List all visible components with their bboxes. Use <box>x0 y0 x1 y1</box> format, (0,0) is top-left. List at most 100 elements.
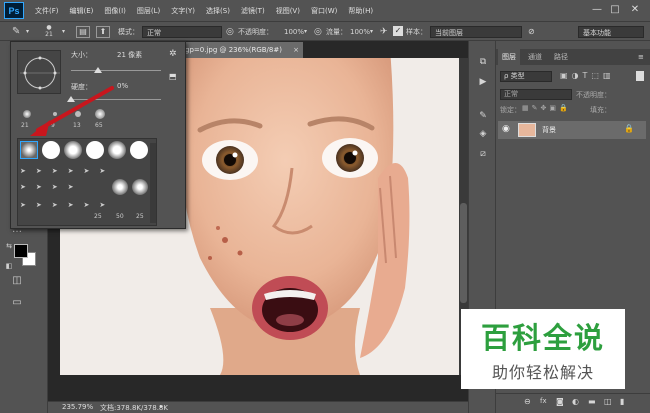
chevron-down-icon[interactable]: ▾ <box>304 26 307 38</box>
brush-preset-size: 25 <box>94 213 102 220</box>
blend-mode-select[interactable]: 正常 <box>500 89 572 100</box>
brush-presets-icon[interactable]: ◈ <box>475 129 491 143</box>
tab-layers[interactable]: 图层 <box>498 49 520 65</box>
menu-image[interactable]: 图像(I) <box>104 6 126 16</box>
new-preset-icon[interactable]: ⬒ <box>169 72 177 81</box>
panel-menu-icon[interactable]: ≡ <box>634 49 648 65</box>
brush-preset-size: 50 <box>116 213 124 220</box>
minimize-button[interactable]: — <box>590 3 604 17</box>
menu-help[interactable]: 帮助(H) <box>348 6 373 16</box>
sample-label: 样本： <box>406 28 427 36</box>
history-panel-icon[interactable]: ⧉ <box>475 57 491 71</box>
close-document-icon[interactable]: × <box>293 42 299 58</box>
tab-channels[interactable]: 通道 <box>524 49 546 65</box>
brush-preset-size: 25 <box>136 213 144 220</box>
annotation-arrow <box>30 86 114 136</box>
aligned-checkbox[interactable]: ✓ <box>393 26 403 36</box>
watermark-title: 百科全说 <box>480 321 605 355</box>
brush-tool-icon[interactable]: ✎ <box>12 26 20 38</box>
chevron-down-icon[interactable]: ▾ <box>26 26 29 38</box>
opacity-label: 不透明度： <box>238 28 273 36</box>
status-bar: 235.79% 文档:378.8K/378.8K ▸ <box>48 401 468 413</box>
new-layer-icon[interactable]: ◫ <box>604 397 612 406</box>
brush-preset-picker[interactable]: ● 21 <box>40 24 58 38</box>
ignore-adjustment-icon[interactable]: ⊘ <box>528 26 535 38</box>
workspace-select[interactable]: 基本功能 <box>578 26 644 38</box>
zoom-level[interactable]: 235.79% <box>62 403 93 411</box>
eye-icon[interactable]: ◉ <box>502 124 510 134</box>
folder-icon[interactable]: ▬ <box>588 397 596 406</box>
screen-mode-icon[interactable]: ▭ <box>8 296 26 310</box>
menu-select[interactable]: 选择(S) <box>206 6 230 16</box>
flow-value[interactable]: 100% <box>350 26 370 38</box>
fx-icon[interactable]: fx <box>540 397 547 405</box>
filter-icons[interactable]: ▣◑T⬚▥ <box>560 71 615 80</box>
chevron-down-icon[interactable]: ▾ <box>370 26 373 38</box>
document-tab[interactable]: gp=0.jpg @ 236%(RGB/8#) × <box>183 42 303 58</box>
foreground-color-swatch[interactable] <box>14 244 28 258</box>
menu-layer[interactable]: 图层(L) <box>137 6 160 16</box>
layers-footer: ⊖ fx ◙ ◐ ▬ ◫ ▮ <box>496 393 650 411</box>
clone-source-panel-icon[interactable]: ⧄ <box>475 149 491 163</box>
app-logo: Ps <box>4 2 24 19</box>
size-value[interactable]: 21 像素 <box>117 50 142 60</box>
menu-bar: Ps 文件(F) 编辑(E) 图像(I) 图层(L) 文字(Y) 选择(S) 滤… <box>0 0 650 21</box>
mask-icon[interactable]: ◙ <box>556 397 564 406</box>
preset-scrollbar[interactable] <box>150 143 156 223</box>
link-icon[interactable]: ⊖ <box>524 397 531 406</box>
size-slider-knob[interactable] <box>94 67 102 73</box>
options-bar: ✎ ▾ ● 21 ▾ ▤ ⬆ 模式： 正常 ◎ 不透明度： 100% ▾ ◎ 流… <box>0 21 650 41</box>
pressure-size-icon[interactable]: ◎ <box>314 26 322 38</box>
panel-tabs: 图层 通道 路径 ≡ <box>496 49 650 65</box>
actions-panel-icon[interactable]: ▶ <box>475 77 491 91</box>
brush-preset-row[interactable]: ➤➤➤➤➤➤ <box>20 201 150 209</box>
menu-view[interactable]: 视图(V) <box>276 6 300 16</box>
menu-window[interactable]: 窗口(W) <box>311 6 337 16</box>
filter-toggle[interactable] <box>636 71 644 81</box>
swap-colors-icon[interactable]: ⇆ <box>4 239 14 253</box>
brush-preset[interactable] <box>132 179 148 195</box>
chevron-right-icon[interactable]: ▸ <box>160 403 163 410</box>
watermark-logo: 百科全说 助你轻松解决 <box>461 309 625 389</box>
layer-filter-select[interactable]: ρ 类型 <box>500 71 552 82</box>
lock-icons[interactable]: ▦✎✥▣🔒 <box>522 104 571 112</box>
mode-select[interactable]: 正常 <box>142 26 222 38</box>
layer-opacity-label: 不透明度： <box>576 91 611 99</box>
layer-row-background[interactable]: ◉ 背景 🔒 <box>498 121 646 139</box>
flow-label: 流量： <box>326 28 347 36</box>
scrollbar-thumb[interactable] <box>460 203 467 303</box>
gear-icon[interactable]: ✲ <box>169 49 177 59</box>
brush-preset[interactable] <box>130 141 148 159</box>
menu-file[interactable]: 文件(F) <box>35 6 59 16</box>
brush-panel-icon[interactable]: ✎ <box>475 111 491 125</box>
clone-source-icon[interactable]: ⬆ <box>96 26 110 38</box>
chevron-down-icon[interactable]: ▾ <box>62 26 65 38</box>
pressure-opacity-icon[interactable]: ◎ <box>226 26 234 38</box>
mode-label: 模式： <box>118 28 139 36</box>
maximize-button[interactable]: □ <box>608 3 622 17</box>
menu-edit[interactable]: 编辑(E) <box>70 6 94 16</box>
brush-preset-row[interactable]: ➤➤➤➤ <box>20 183 100 191</box>
brush-preset-row[interactable]: ➤➤➤➤➤➤ <box>20 167 150 175</box>
tab-paths[interactable]: 路径 <box>550 49 572 65</box>
airbrush-icon[interactable]: ✈ <box>380 26 388 38</box>
document-title: gp=0.jpg @ 236%(RGB/8#) <box>185 46 282 54</box>
opacity-value[interactable]: 100% <box>284 26 304 38</box>
photoshop-window: Ps 文件(F) 编辑(E) 图像(I) 图层(L) 文字(Y) 选择(S) 滤… <box>0 0 650 413</box>
brush-panel-toggle-icon[interactable]: ▤ <box>76 26 90 38</box>
adjust-icon[interactable]: ◐ <box>572 397 579 406</box>
size-slider-track[interactable] <box>71 70 161 71</box>
menu-type[interactable]: 文字(Y) <box>171 6 195 16</box>
size-label: 大小： <box>71 51 92 59</box>
menu-filter[interactable]: 滤镜(T) <box>241 6 265 16</box>
layer-name[interactable]: 背景 <box>542 125 556 135</box>
trash-icon[interactable]: ▮ <box>620 397 624 406</box>
brush-size-readout: 21 <box>45 31 53 38</box>
brush-preset[interactable] <box>112 179 128 195</box>
sample-select[interactable]: 当前图层 <box>430 26 522 38</box>
close-window-button[interactable]: ✕ <box>628 3 642 17</box>
default-colors-icon[interactable]: ◧ <box>4 259 14 273</box>
watermark-subtitle: 助你轻松解决 <box>491 363 594 382</box>
quick-mask-icon[interactable]: ◫ <box>8 274 26 288</box>
document-info: 文档:378.8K/378.8K <box>100 404 168 412</box>
